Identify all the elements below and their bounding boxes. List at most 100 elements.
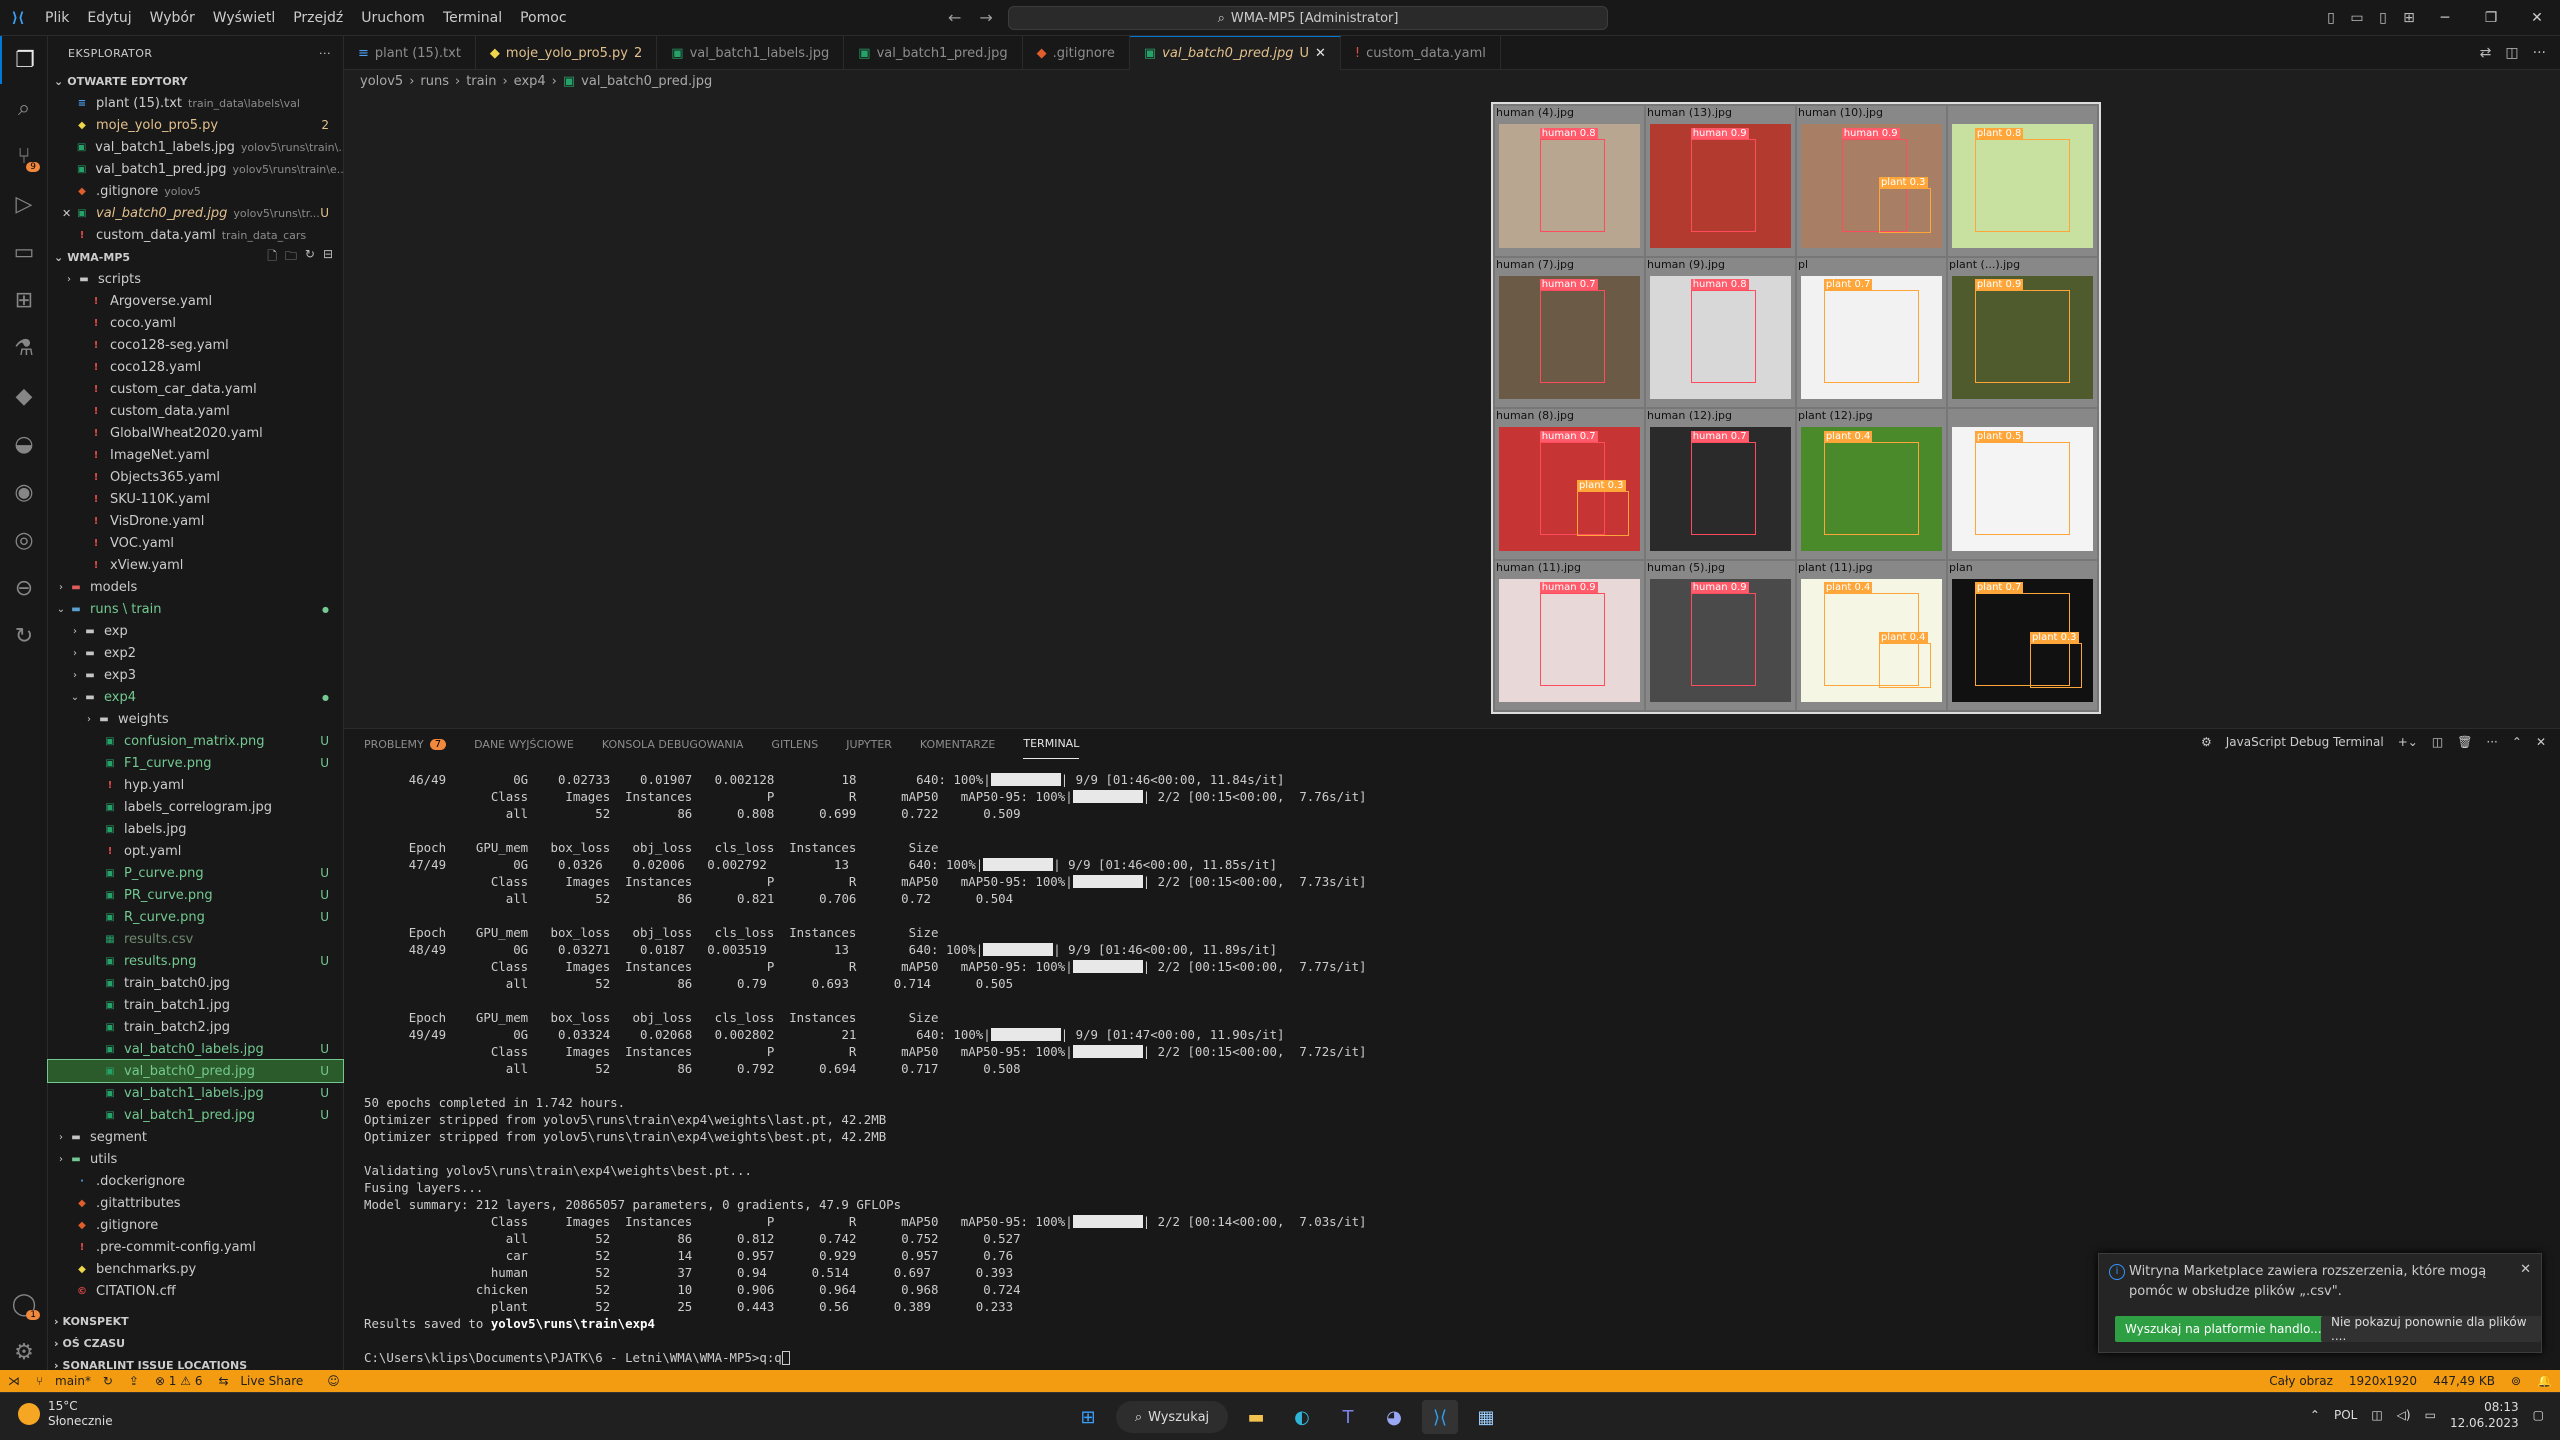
close-panel-icon[interactable]: ✕ <box>2536 735 2546 749</box>
split-editor-icon[interactable]: ◫ <box>2505 45 2518 61</box>
panel-tab[interactable]: GITLENS <box>771 729 818 759</box>
terminal-output[interactable]: 46/49 0G 0.02733 0.01907 0.002128 18 640… <box>364 771 1864 1366</box>
editor-tab[interactable]: ◆ moje_yolo_pro5.py 2 <box>476 36 658 70</box>
source-control-icon[interactable]: ⑂ 9 <box>0 132 48 180</box>
live-share-icon[interactable]: ↻ <box>0 612 48 660</box>
editor-tab[interactable]: ◆ .gitignore <box>1023 36 1130 70</box>
edge-icon[interactable]: ◐ <box>1284 1400 1320 1434</box>
collapse-all-icon[interactable]: ⊟ <box>323 247 333 268</box>
tree-file[interactable]: ▣ train_batch1.jpg <box>48 994 343 1016</box>
tree-folder[interactable]: › ▬ utils <box>48 1148 343 1170</box>
file-explorer-icon[interactable]: ▬ <box>1238 1400 1274 1434</box>
tree-folder[interactable]: › ▬ segment <box>48 1126 343 1148</box>
tree-file[interactable]: ▣ val_batch1_labels.jpg U <box>48 1082 343 1104</box>
new-folder-icon[interactable]: 🗀 <box>285 247 297 268</box>
command-center[interactable]: ⌕ WMA-MP5 [Administrator] <box>1008 6 1608 30</box>
network-icon[interactable]: ◫ <box>2371 1408 2382 1422</box>
editor-tab[interactable]: ▣ val_batch1_pred.jpg <box>844 36 1023 70</box>
panel-tab[interactable]: KONSOLA DEBUGOWANIA <box>602 729 744 759</box>
tree-file[interactable]: ! Objects365.yaml <box>48 466 343 488</box>
tree-folder[interactable]: › ▬ scripts <box>48 268 343 290</box>
tree-file[interactable]: ! hyp.yaml <box>48 774 343 796</box>
toggle-panel-icon[interactable]: ▭ <box>2344 10 2370 26</box>
tray-chevron-icon[interactable]: ⌃ <box>2310 1408 2320 1422</box>
tree-file[interactable]: ! Argoverse.yaml <box>48 290 343 312</box>
panel-tab[interactable]: PROBLEMY 7 <box>364 729 447 759</box>
split-terminal-icon[interactable]: ◫ <box>2432 735 2443 749</box>
close-window-icon[interactable]: ✕ <box>2514 10 2560 26</box>
close-tab-icon[interactable]: ✕ <box>1315 46 1326 61</box>
testing-icon[interactable]: ⚗ <box>0 324 48 372</box>
tree-file[interactable]: ▣ train_batch2.jpg <box>48 1016 343 1038</box>
timeline-icon[interactable]: ⊖ <box>0 564 48 612</box>
project-section[interactable]: ⌄ WMA-MP5 🗋 🗀 ↻ ⊟ <box>48 246 343 268</box>
tree-folder[interactable]: › ▬ exp <box>48 620 343 642</box>
editor-tab[interactable]: ▣ val_batch0_pred.jpg U ✕ <box>1129 36 1341 70</box>
tree-file[interactable]: ! xView.yaml <box>48 554 343 576</box>
tree-file[interactable]: ▣ results.png U <box>48 950 343 972</box>
remote-explorer-icon[interactable]: ▭ <box>0 228 48 276</box>
volume-icon[interactable]: ◁) <box>2397 1408 2411 1422</box>
tree-file[interactable]: ▦ results.csv <box>48 928 343 950</box>
more-actions-icon[interactable]: ··· <box>2533 45 2546 61</box>
python-icon[interactable]: ◆ <box>0 372 48 420</box>
tree-file[interactable]: ! opt.yaml <box>48 840 343 862</box>
tree-file[interactable]: ! .pre-commit-config.yaml <box>48 1236 343 1258</box>
tree-file[interactable]: ▣ P_curve.png U <box>48 862 343 884</box>
terminal-name[interactable]: JavaScript Debug Terminal <box>2226 735 2384 749</box>
new-file-icon[interactable]: 🗋 <box>267 247 277 268</box>
more-actions-icon[interactable]: ··· <box>2486 735 2497 749</box>
image-viewer[interactable]: human (4).jpg human 0.8 human (13).jpg huma… <box>344 92 2560 728</box>
teams-icon[interactable]: T <box>1330 1400 1366 1434</box>
open-editor-item[interactable]: ▣ val_batch1_labels.jpg yolov5\runs\train\… <box>48 136 343 158</box>
search-marketplace-button[interactable]: Wyszukaj na platformie handlo... <box>2115 1316 2332 1342</box>
taskbar-search[interactable]: ⌕ Wyszukaj <box>1116 1401 1228 1433</box>
tree-file[interactable]: ! coco128-seg.yaml <box>48 334 343 356</box>
close-notification-icon[interactable]: ✕ <box>2520 1262 2531 1277</box>
tree-file[interactable]: ▣ val_batch1_pred.jpg U <box>48 1104 343 1126</box>
outline-section[interactable]: › KONSPEKT <box>48 1310 344 1332</box>
input-language[interactable]: POL <box>2334 1408 2357 1422</box>
menu-selection[interactable]: Wybór <box>141 10 204 26</box>
menu-edit[interactable]: Edytuj <box>78 10 140 26</box>
toggle-sidebar-icon[interactable]: ▯ <box>2318 10 2344 26</box>
notifications-bell-icon[interactable]: 🔔 <box>2529 1374 2560 1388</box>
tree-file[interactable]: · .dockerignore <box>48 1170 343 1192</box>
nav-back-icon[interactable]: ← <box>948 8 961 27</box>
discord-icon[interactable]: ◕ <box>1376 1400 1412 1434</box>
tree-file[interactable]: ! coco128.yaml <box>48 356 343 378</box>
docker-icon[interactable]: ◒ <box>0 420 48 468</box>
toggle-secondary-sidebar-icon[interactable]: ▯ <box>2370 10 2396 26</box>
publish-icon[interactable]: ⇪ <box>121 1374 147 1388</box>
tree-file[interactable]: ! custom_data.yaml <box>48 400 343 422</box>
open-editor-item[interactable]: ! custom_data.yaml train_data_cars <box>48 224 343 246</box>
tree-file[interactable]: ! custom_car_data.yaml <box>48 378 343 400</box>
battery-icon[interactable]: ▭ <box>2425 1408 2436 1422</box>
open-editor-item[interactable]: ≡ plant (15).txt train_data\labels\val <box>48 92 343 114</box>
tree-file[interactable]: ▣ val_batch0_labels.jpg U <box>48 1038 343 1060</box>
panel-tab[interactable]: DANE WYJŚCIOWE <box>474 729 574 759</box>
tree-file[interactable]: ▣ val_batch0_pred.jpg U <box>47 1059 344 1083</box>
notification-center-icon[interactable]: ▢ <box>2533 1408 2544 1422</box>
tree-file[interactable]: ! VisDrone.yaml <box>48 510 343 532</box>
more-actions-icon[interactable]: ··· <box>319 47 331 60</box>
minimize-icon[interactable]: ─ <box>2422 10 2468 26</box>
tree-file[interactable]: ▣ R_curve.png U <box>48 906 343 928</box>
dont-show-again-button[interactable]: Nie pokazuj ponownie dla plików .... <box>2321 1315 2541 1343</box>
tree-folder[interactable]: ⌄ ▬ runs \ train ● <box>48 598 343 620</box>
broadcast-icon[interactable]: ⊚ <box>2503 1374 2529 1388</box>
run-debug-icon[interactable]: ▷ <box>0 180 48 228</box>
menu-view[interactable]: Wyświetl <box>204 10 285 26</box>
explorer-icon[interactable]: ❐ <box>0 36 48 84</box>
open-editor-item[interactable]: ▣ val_batch1_pred.jpg yolov5\runs\train\e.… <box>48 158 343 180</box>
editor-tab[interactable]: ≡ plant (15).txt <box>344 36 476 70</box>
image-viewer-taskbar-icon[interactable]: ▦ <box>1468 1400 1504 1434</box>
weather-widget[interactable]: 15°C Słonecznie <box>18 1399 113 1429</box>
branch-indicator[interactable]: ⑂ main* ↻ <box>28 1374 121 1388</box>
remote-icon[interactable]: ⋊ <box>0 1374 28 1388</box>
open-editor-item[interactable]: ◆ .gitignore yolov5 <box>48 180 343 202</box>
tree-file[interactable]: ! VOC.yaml <box>48 532 343 554</box>
tree-file[interactable]: ◆ .gitattributes <box>48 1192 343 1214</box>
editor-tab[interactable]: ! custom_data.yaml <box>1341 36 1501 70</box>
open-editor-item[interactable]: ◆ moje_yolo_pro5.py 2 <box>48 114 343 136</box>
